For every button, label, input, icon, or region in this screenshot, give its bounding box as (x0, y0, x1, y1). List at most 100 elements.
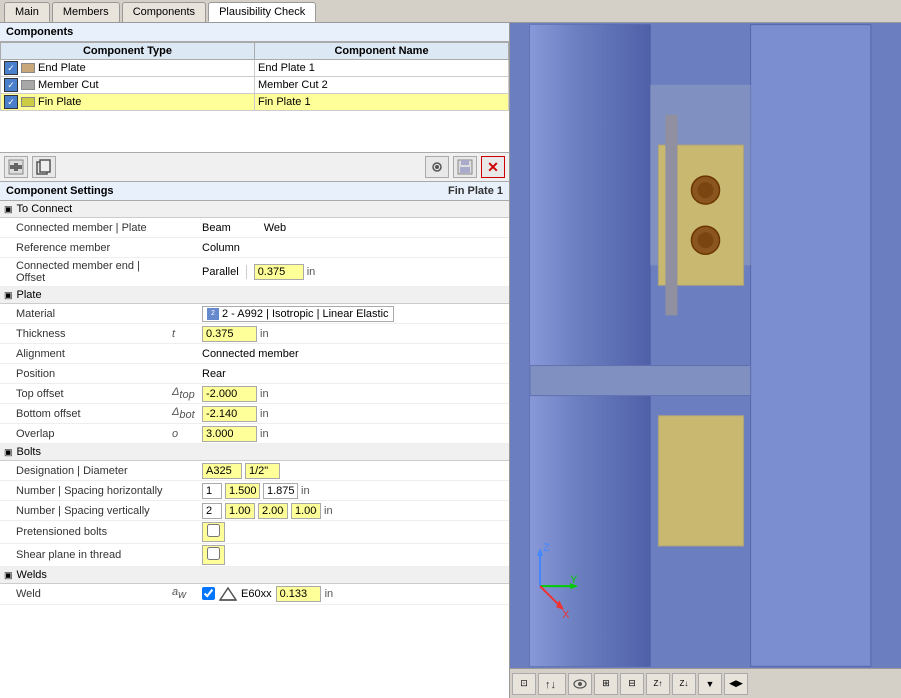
input-spacing-v2[interactable] (258, 503, 288, 519)
checkbox-0[interactable]: ✓ (4, 61, 18, 75)
checkbox-1[interactable]: ✓ (4, 78, 18, 92)
val-shear-plane (200, 544, 509, 566)
material-icon: 2 (207, 308, 219, 320)
label-shear-plane: Shear plane in thread (0, 547, 170, 563)
val-position: Rear (200, 367, 509, 381)
mid-spacing-h (170, 489, 200, 493)
comp-type-2: Fin Plate (38, 96, 81, 108)
material-name: 2 - A992 | Isotropic | Linear Elastic (222, 308, 389, 320)
welds-label: Welds (17, 569, 47, 581)
components-title: Components (0, 23, 509, 42)
checkbox-shear-plane[interactable] (207, 547, 220, 560)
mid-weld: aw (170, 584, 200, 603)
input-top-offset[interactable] (202, 386, 257, 402)
val-member-end: Parallel in (200, 263, 509, 281)
label-alignment: Alignment (0, 346, 170, 362)
val-spacing-h: in (200, 482, 509, 500)
mid-member-end (170, 270, 200, 274)
comp-type-1: Member Cut (38, 79, 99, 91)
input-offset[interactable] (254, 264, 304, 280)
input-spacing-v1[interactable] (225, 503, 255, 519)
input-weld-size[interactable] (276, 586, 321, 602)
bolts-header[interactable]: ▣ Bolts (0, 444, 509, 461)
tab-components[interactable]: Components (122, 2, 206, 22)
view-btn-home[interactable]: ⊡ (512, 673, 536, 695)
tab-plausibility-check[interactable]: Plausibility Check (208, 2, 316, 22)
input-spacing-h2[interactable] (263, 483, 298, 499)
val-pretensioned (200, 521, 509, 543)
settings-title: Component Settings (6, 185, 114, 197)
tab-members[interactable]: Members (52, 2, 120, 22)
add-component-btn[interactable] (4, 156, 28, 178)
table-row[interactable]: ✓ Fin Plate Fin Plate 1 (1, 94, 509, 111)
tab-main[interactable]: Main (4, 2, 50, 22)
welds-header[interactable]: ▣ Welds (0, 567, 509, 584)
view-btn-zdown[interactable]: Z↓ (672, 673, 696, 695)
prop-connected-member: Connected member | Plate Beam Web (0, 218, 509, 238)
input-spacing-h1[interactable] (225, 483, 260, 499)
val-thickness: in (200, 325, 509, 343)
view-btn-rotate[interactable]: ↑↓ (538, 673, 566, 695)
table-row[interactable]: ✓ End Plate End Plate 1 (1, 60, 509, 77)
save-btn[interactable] (453, 156, 477, 178)
prop-pretensioned: Pretensioned bolts (0, 521, 509, 544)
label-material: Material (0, 306, 170, 322)
welds-section: ▣ Welds Weld aw E60xx in (0, 567, 509, 604)
label-pretensioned: Pretensioned bolts (0, 524, 170, 540)
copy-component-btn[interactable] (32, 156, 56, 178)
val-beam: Beam (202, 222, 231, 234)
tabs-bar: Main Members Components Plausibility Che… (0, 0, 901, 23)
input-thickness[interactable] (202, 326, 257, 342)
components-table-wrapper: Component Type Component Name ✓ End Plat… (0, 42, 509, 152)
delete-btn[interactable]: ✕ (481, 156, 505, 178)
val-alignment-text: Connected member (202, 348, 299, 360)
val-parallel: Parallel (202, 266, 239, 278)
bottom-toolbar: ⊡ ↑↓ ⊞ ⊟ Z↑ Z↓ ▼ ◀▶ (510, 668, 901, 698)
label-position: Position (0, 366, 170, 382)
to-connect-label: To Connect (17, 203, 73, 215)
checkbox-2[interactable]: ✓ (4, 95, 18, 109)
label-member-end: Connected member end | Offset (0, 258, 170, 286)
input-spacing-v3[interactable] (291, 503, 321, 519)
view-btn-minus[interactable]: ⊟ (620, 673, 644, 695)
comp-name-1: Member Cut 2 (255, 77, 509, 94)
right-panel: Z Y X (510, 23, 901, 698)
mid-pretensioned (170, 530, 200, 534)
plate-header[interactable]: ▣ Plate (0, 287, 509, 304)
table-row[interactable]: ✓ Member Cut Member Cut 2 (1, 77, 509, 94)
comp-name-2: Fin Plate 1 (255, 94, 509, 111)
input-overlap[interactable] (202, 426, 257, 442)
input-designation[interactable] (202, 463, 242, 479)
svg-text:Z: Z (543, 542, 550, 554)
settings-btn[interactable] (425, 156, 449, 178)
val-designation (200, 462, 509, 480)
input-num-v[interactable] (202, 503, 222, 519)
view-btn-zup[interactable]: Z↑ (646, 673, 670, 695)
col-name-header: Component Name (255, 43, 509, 60)
to-connect-header[interactable]: ▣ To Connect (0, 201, 509, 218)
mid-alignment (170, 352, 200, 356)
svg-text:Y: Y (570, 574, 578, 586)
mid-bottom-offset: Δbot (170, 404, 200, 423)
view-btn-menu1[interactable]: ▼ (698, 673, 722, 695)
unit-top-offset: in (260, 388, 269, 400)
input-bottom-offset[interactable] (202, 406, 257, 422)
label-reference-member: Reference member (0, 240, 170, 256)
checkbox-weld[interactable] (202, 587, 215, 600)
view-btn-grid[interactable]: ⊞ (594, 673, 618, 695)
view-btn-eye[interactable] (568, 673, 592, 695)
mid-spacing-v (170, 509, 200, 513)
mid-overlap: o (170, 426, 200, 442)
prop-spacing-h: Number | Spacing horizontally in (0, 481, 509, 501)
label-bottom-offset: Bottom offset (0, 406, 170, 422)
input-diameter[interactable] (245, 463, 280, 479)
prop-thickness: Thickness t in (0, 324, 509, 344)
view-btn-menu2[interactable]: ◀▶ (724, 673, 748, 695)
checkbox-pretensioned[interactable] (207, 524, 220, 537)
input-num-h[interactable] (202, 483, 222, 499)
viewport-3d[interactable]: Z Y X (510, 23, 901, 668)
material-badge[interactable]: 2 2 - A992 | Isotropic | Linear Elastic (202, 306, 394, 322)
val-column: Column (202, 242, 240, 254)
settings-scroll[interactable]: ▣ To Connect Connected member | Plate Be… (0, 201, 509, 698)
main-content: Components Component Type Component Name… (0, 23, 901, 698)
